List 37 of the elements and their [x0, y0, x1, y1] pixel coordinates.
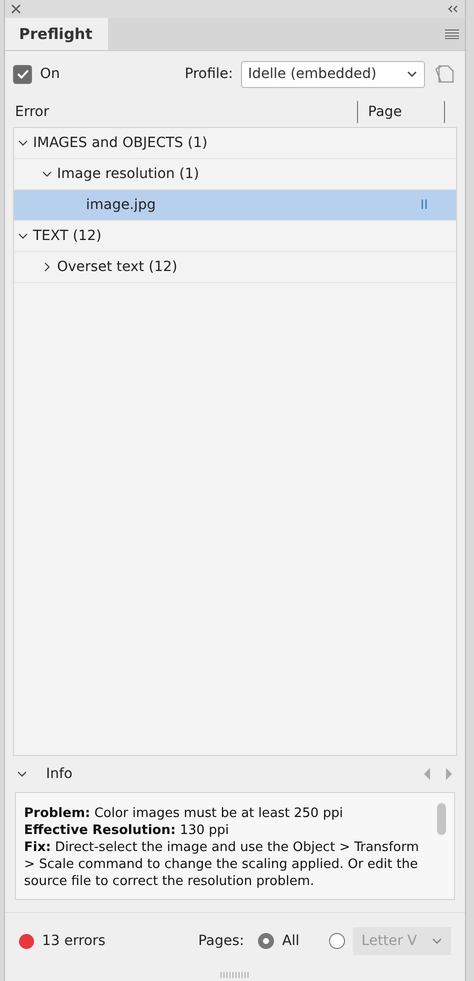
chevron-down-icon[interactable]: [42, 169, 52, 179]
on-checkbox[interactable]: [13, 64, 32, 84]
radio-button[interactable]: [258, 933, 274, 949]
radio-label: All: [282, 933, 300, 949]
tree-label: image.jpg: [86, 197, 157, 213]
checkmark-icon: [16, 69, 28, 79]
profile-label: Profile:: [184, 66, 233, 82]
chevron-down-icon[interactable]: [18, 231, 28, 241]
close-icon[interactable]: [11, 4, 21, 14]
info-text: Fix: Direct-select the image and use the Object > Transform > Scale command to change the scaling applied. Or edit the source file to correct the resolution problem.: [24, 839, 420, 890]
tree-label: Overset text (12): [57, 259, 178, 275]
chevron-down-icon[interactable]: [18, 138, 28, 148]
panel-tab[interactable]: Preflight: [5, 18, 108, 50]
resize-grip-icon[interactable]: [220, 972, 250, 978]
tree-row[interactable]: image.jpg II: [14, 190, 456, 221]
chevron-down-icon[interactable]: [17, 769, 27, 779]
info-text: Effective Resolution: 130 ppi: [24, 822, 230, 839]
column-header[interactable]: Error: [5, 101, 358, 123]
profile-dropdown[interactable]: Idelle (embedded): [241, 60, 425, 88]
tree-label: TEXT (12): [33, 228, 102, 244]
tree-label: IMAGES and OBJECTS (1): [33, 135, 208, 151]
collapse-icon[interactable]: [447, 5, 459, 13]
info-title: Info: [46, 766, 74, 782]
on-label: On: [40, 66, 60, 82]
chevron-right-icon[interactable]: [42, 262, 52, 272]
tree-row[interactable]: IMAGES and OBJECTS (1): [14, 128, 456, 159]
tree-row[interactable]: Overset text (12): [14, 252, 456, 283]
pages-label: Pages:: [198, 933, 244, 949]
chevron-down-icon: [406, 70, 418, 78]
scrollbar-thumb[interactable]: [437, 803, 446, 835]
tree-label: Image resolution (1): [57, 166, 200, 182]
chevron-down-icon: [431, 937, 443, 945]
column-header[interactable]: Page: [358, 101, 445, 123]
info-text: Problem: Color images must be at least 250 ppi: [24, 805, 344, 822]
menu-icon[interactable]: [445, 29, 459, 39]
error-count: 13 errors: [42, 933, 106, 949]
tree-row[interactable]: TEXT (12): [14, 221, 456, 252]
